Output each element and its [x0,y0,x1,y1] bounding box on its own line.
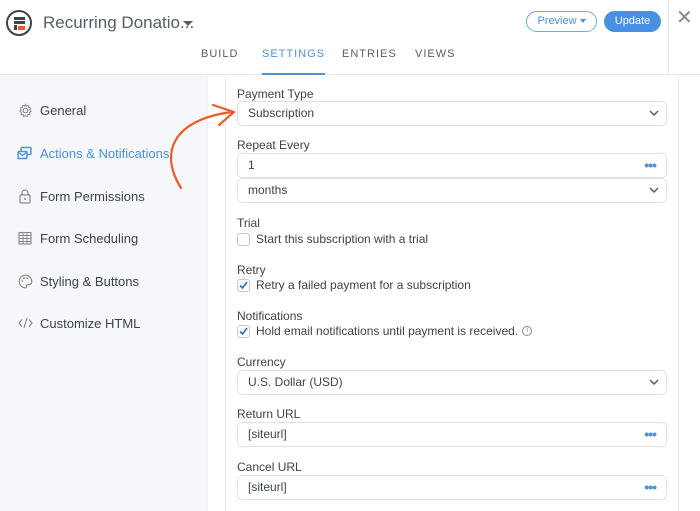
cancel-url-value: [siteurl] [248,480,287,494]
actions-icon [17,145,33,161]
repeat-every-label: Repeat Every [237,138,310,152]
header: Recurring Donatio... BUILD SETTINGS ENTR… [0,0,700,75]
sidebar-item-styling-buttons[interactable]: Styling & Buttons [17,271,139,291]
tab-entries[interactable]: ENTRIES [342,48,397,75]
currency-label: Currency [237,355,286,369]
trial-option[interactable]: Start this subscription with a trial [237,231,428,247]
sidebar-item-label: Styling & Buttons [40,273,139,289]
checkmark-icon [239,281,248,289]
trial-label: Trial [237,216,260,230]
cancel-url-input[interactable]: [siteurl] ••• [237,475,667,500]
sidebar-item-customize-html[interactable]: Customize HTML [17,313,140,333]
tab-views[interactable]: VIEWS [415,48,455,75]
tab-build[interactable]: BUILD [201,48,238,75]
repeat-unit-value: months [248,183,288,197]
sidebar-item-actions-notifications[interactable]: Actions & Notifications [17,143,169,163]
trial-checkbox-label: Start this subscription with a trial [256,232,429,246]
sidebar-item-label: Form Scheduling [40,230,139,246]
content-panel-border [678,76,679,511]
close-icon[interactable]: ✕ [676,8,693,28]
checkmark-icon [239,327,248,335]
payment-type-label: Payment Type [237,87,314,101]
calendar-icon [17,230,33,246]
currency-select[interactable]: U.S. Dollar (USD) [237,370,667,395]
sidebar-item-form-permissions[interactable]: Form Permissions [17,186,145,206]
payment-type-value: Subscription [248,106,315,120]
sidebar-item-label: Actions & Notifications [40,145,170,161]
notifications-option[interactable]: Hold email notifications until payment i… [237,323,533,339]
gear-icon [17,102,33,118]
annotation-arrow-icon [170,103,236,190]
sidebar-item-label: General [40,102,87,118]
chevron-down-icon [649,187,659,193]
preview-label: Preview [537,15,577,27]
form-switcher-caret-icon[interactable] [183,21,193,26]
sidebar-item-form-scheduling[interactable]: Form Scheduling [17,228,138,248]
formidable-logo-icon[interactable] [6,10,32,36]
lock-icon [17,188,33,204]
return-url-input[interactable]: [siteurl] ••• [237,422,667,447]
chevron-down-icon [579,19,586,24]
retry-option[interactable]: Retry a failed payment for a subscriptio… [237,277,471,293]
chevron-down-icon [649,379,659,385]
update-button[interactable]: Update [604,11,661,32]
tab-settings[interactable]: SETTINGS [262,48,326,75]
notifications-checkbox-label: Hold email notifications until payment i… [256,324,519,338]
repeat-every-value: 1 [248,158,255,172]
sidebar-item-general[interactable]: General [17,100,86,120]
divider [668,0,669,75]
info-icon[interactable]: i [522,326,533,336]
cancel-url-label: Cancel URL [237,460,302,474]
form-title[interactable]: Recurring Donatio... [43,13,194,33]
currency-value: U.S. Dollar (USD) [248,375,343,389]
more-options-icon[interactable]: ••• [644,476,657,499]
payment-type-select[interactable]: Subscription [237,101,667,126]
sidebar-item-label: Customize HTML [40,315,141,331]
retry-checkbox[interactable] [237,278,250,292]
preview-button[interactable]: Preview [526,11,597,32]
return-url-value: [siteurl] [248,427,287,441]
palette-icon [17,273,33,289]
return-url-label: Return URL [237,407,301,421]
sidebar-item-label: Form Permissions [40,188,145,204]
repeat-every-input[interactable]: 1 ••• [237,153,667,178]
more-options-icon[interactable]: ••• [644,154,657,177]
trial-checkbox[interactable] [237,232,250,246]
chevron-down-icon [649,110,659,116]
more-options-icon[interactable]: ••• [644,423,657,446]
repeat-unit-select[interactable]: months [237,178,667,203]
retry-checkbox-label: Retry a failed payment for a subscriptio… [256,278,471,292]
notifications-label: Notifications [237,309,303,323]
retry-label: Retry [237,263,266,277]
notifications-checkbox[interactable] [237,324,250,338]
code-icon [17,315,33,331]
